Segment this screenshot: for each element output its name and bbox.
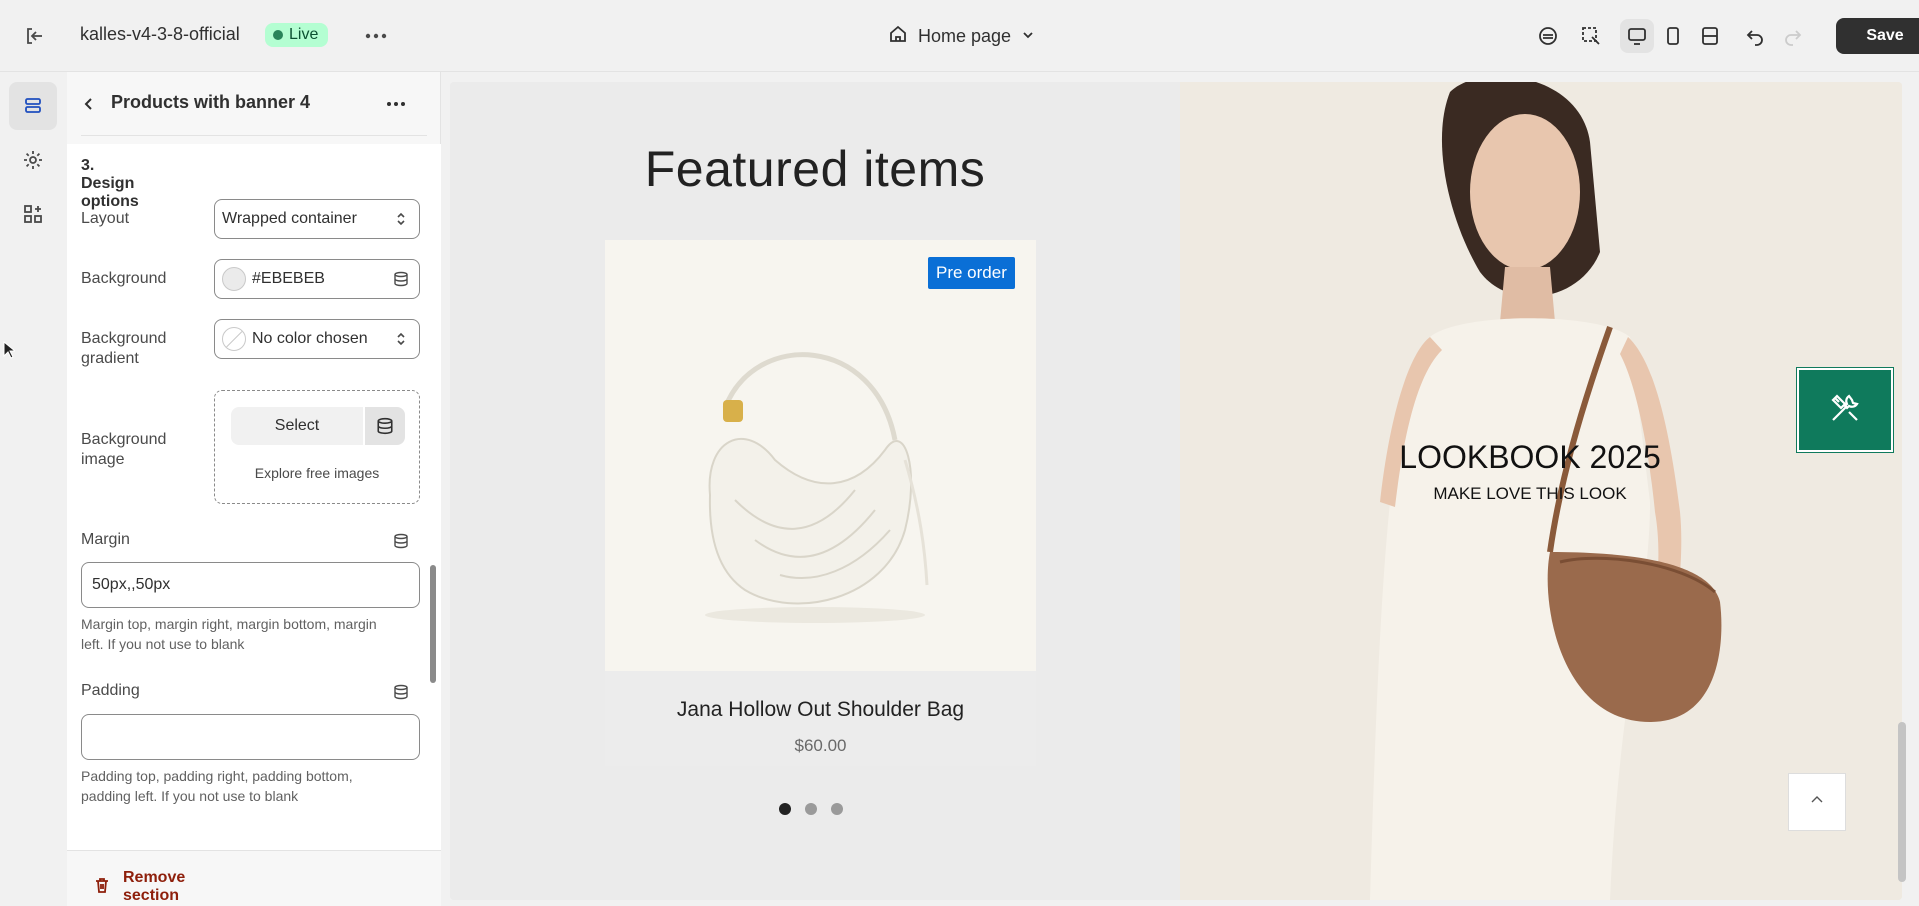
gradient-value: No color chosen: [252, 330, 368, 347]
settings-gear-icon[interactable]: [9, 136, 57, 184]
select-arrows-icon: [393, 331, 409, 347]
back-arrow-icon[interactable]: [75, 90, 103, 118]
sections-icon[interactable]: [9, 82, 57, 130]
chevron-down-icon: [1021, 26, 1035, 47]
panel-more-icon[interactable]: [382, 90, 410, 118]
left-rail: [0, 72, 66, 906]
apps-icon[interactable]: [9, 190, 57, 238]
margin-label: Margin: [81, 531, 130, 548]
home-icon: [888, 24, 908, 49]
carousel-dot[interactable]: [779, 803, 791, 815]
featured-title: Featured items: [644, 141, 986, 197]
page-selector-label: Home page: [918, 25, 1012, 46]
desktop-view-icon[interactable]: [1620, 19, 1654, 53]
panel-scrollbar[interactable]: [430, 565, 436, 683]
panel-title: Products with banner 4: [111, 92, 311, 112]
background-label: Background: [81, 270, 167, 287]
background-value: #EBEBEB: [252, 270, 325, 287]
shoulder-bag-illustration: [705, 352, 929, 623]
product-image[interactable]: [605, 240, 1036, 671]
product-name[interactable]: Jana Hollow Out Shoulder Bag: [605, 698, 1036, 722]
live-status-badge: Live: [265, 23, 329, 47]
editor-topbar: kalles-v4-3-8-official Live Home page Sa…: [0, 0, 1919, 72]
lookbook-subtitle: MAKE LOVE THIS LOOK: [1433, 484, 1627, 503]
inspector-icon[interactable]: [1574, 19, 1608, 53]
carousel-dots: [779, 803, 843, 815]
dynamic-source-icon[interactable]: [365, 407, 405, 445]
section-heading: 3. Design options: [81, 157, 139, 210]
theme-tools-button[interactable]: [1796, 367, 1894, 453]
undo-icon[interactable]: [1738, 19, 1772, 53]
background-image-label: Background image: [81, 431, 167, 468]
featured-items-section: Featured items Pre order Jana Hollow Out…: [450, 82, 1180, 900]
chevron-up-icon: [1809, 792, 1825, 813]
more-actions-icon[interactable]: [362, 22, 390, 50]
remove-section-label: Remove section: [123, 869, 186, 904]
exit-icon[interactable]: [20, 22, 48, 50]
background-gradient-label: Background gradient: [81, 330, 167, 367]
layout-label: Layout: [81, 210, 130, 227]
store-name: kalles-v4-3-8-official: [80, 24, 240, 44]
back-to-top-button[interactable]: [1788, 773, 1846, 831]
margin-help-text: Margin top, margin right, margin bottom,…: [81, 616, 377, 652]
scrollbar-thumb[interactable]: [1898, 722, 1906, 882]
empty-swatch-icon: [222, 327, 246, 351]
color-swatch[interactable]: [222, 267, 246, 291]
explore-free-images-link[interactable]: Explore free images: [215, 465, 419, 481]
carousel-dot[interactable]: [805, 803, 817, 815]
divider: [81, 135, 427, 136]
layout-select[interactable]: Wrapped container: [214, 199, 420, 239]
mouse-cursor-icon: [3, 340, 17, 364]
status-dot-icon: [273, 30, 283, 40]
background-image-picker: Select Explore free images: [214, 390, 420, 504]
padding-input[interactable]: [81, 714, 420, 760]
panel-header: Products with banner 4: [67, 72, 441, 136]
dynamic-source-icon[interactable]: [391, 682, 411, 702]
background-color-picker[interactable]: #EBEBEB: [214, 259, 420, 299]
live-label: Live: [289, 26, 319, 43]
trash-icon: [93, 876, 111, 899]
save-button[interactable]: Save: [1836, 18, 1919, 54]
carousel-dot[interactable]: [831, 803, 843, 815]
padding-label: Padding: [81, 682, 140, 699]
fullscreen-icon[interactable]: [1693, 19, 1727, 53]
margin-input[interactable]: 50px,,50px: [81, 562, 420, 608]
lookbook-title: LOOKBOOK 2025: [1399, 439, 1661, 475]
padding-help-text: Padding top, padding right, padding bott…: [81, 768, 353, 804]
remove-section-button[interactable]: Remove section: [93, 869, 185, 905]
product-card[interactable]: Pre order Jana Hollow Out Shoulder Bag $…: [605, 240, 1036, 766]
preview-scrollbar[interactable]: [1898, 72, 1906, 906]
select-image-button[interactable]: Select: [231, 407, 363, 445]
layout-value: Wrapped container: [222, 210, 357, 227]
redo-icon[interactable]: [1776, 19, 1810, 53]
mobile-view-icon[interactable]: [1656, 19, 1690, 53]
page-selector[interactable]: Home page: [888, 20, 1035, 52]
select-arrows-icon: [393, 211, 409, 227]
tools-icon: [1827, 390, 1863, 431]
background-gradient-select[interactable]: No color chosen: [214, 319, 420, 359]
storefront-preview: Featured items Pre order Jana Hollow Out…: [450, 82, 1902, 900]
pre-order-badge: Pre order: [928, 257, 1015, 289]
dynamic-source-icon[interactable]: [391, 531, 411, 551]
product-price: $60.00: [794, 736, 847, 755]
ai-assist-icon[interactable]: [1531, 19, 1565, 53]
dynamic-source-icon[interactable]: [393, 271, 409, 287]
